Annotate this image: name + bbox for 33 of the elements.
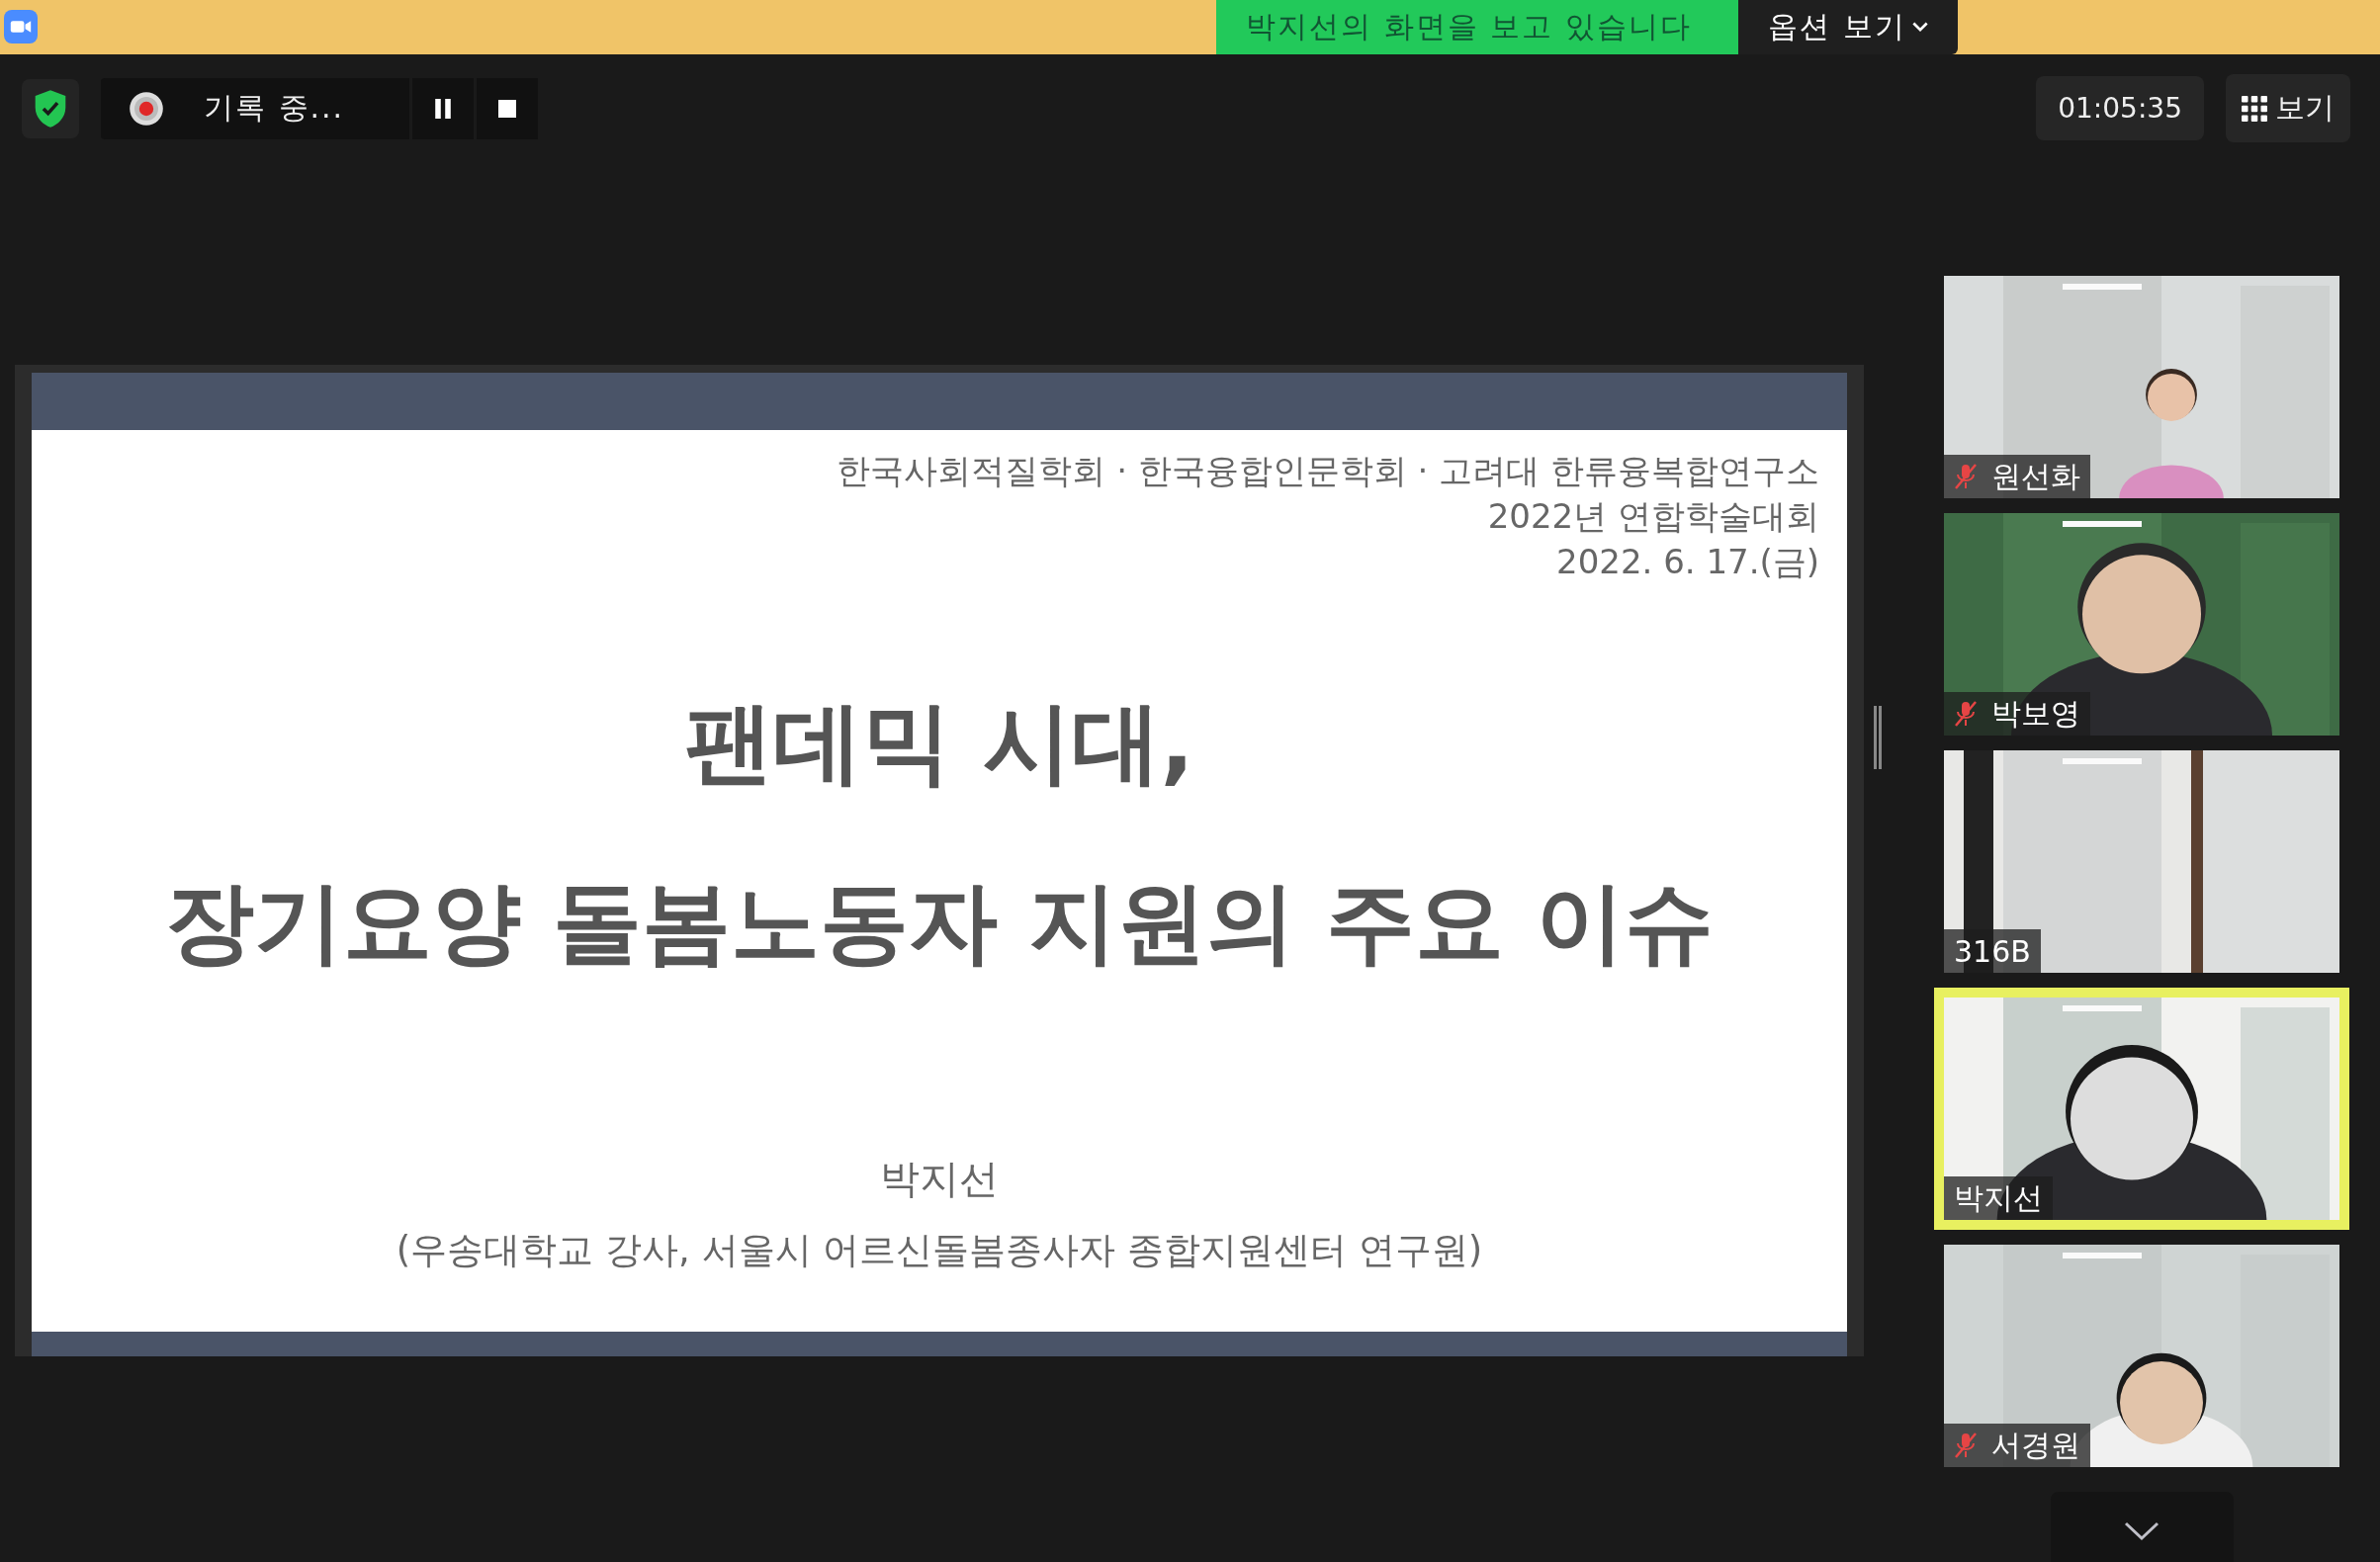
shield-check-icon[interactable] (22, 78, 79, 138)
resize-handle[interactable] (1874, 706, 1882, 769)
presenter-name: 박지선 (880, 1155, 999, 1203)
slide-title: 팬데믹 시대, (684, 689, 1194, 796)
slide-header-text: 한국사회적질학회 · 한국융합인문학회 · 고려대 한류융복합연구소 (837, 450, 1819, 492)
participant-name: 316B (1954, 933, 2031, 969)
view-button[interactable]: 보기 (2226, 74, 2350, 142)
video-tile[interactable]: 원선화 (1944, 276, 2339, 498)
participant-name: 박지선 (1954, 1178, 2043, 1217)
record-icon (129, 90, 164, 127)
recording-label: 기록 중... (204, 89, 345, 127)
stop-icon (498, 99, 516, 118)
video-tile[interactable]: 316B (1944, 750, 2339, 973)
meeting-timer: 01:05:35 (2036, 76, 2204, 140)
video-tile[interactable]: 박지선 (1934, 988, 2349, 1230)
participant-name: 박보영 (1991, 694, 2080, 733)
chevron-down-icon (2124, 1521, 2160, 1541)
view-options-button[interactable]: 옵션 보기 (1738, 0, 1958, 54)
caret-icon (1911, 22, 1928, 33)
video-tile[interactable]: 서경원 (1944, 1245, 2339, 1467)
participant-name: 서경원 (1991, 1426, 2080, 1464)
slide-header-text: 2022. 6. 17.(금) (1556, 541, 1819, 583)
pause-icon (434, 98, 452, 119)
presenter-affiliation: (우송대학교 강사, 서울시 어르신돌봄종사자 종합지원센터 연구원) (396, 1228, 1483, 1273)
video-tile[interactable]: 박보영 (1944, 513, 2339, 736)
participant-name: 원선화 (1991, 457, 2080, 495)
slide-header-text: 2022년 연합학술대회 (1487, 495, 1819, 538)
stop-button[interactable] (477, 77, 538, 139)
slide-title: 장기요양 돌봄노동자 지원의 주요 이슈 (165, 869, 1714, 976)
video-camera-icon (4, 10, 38, 43)
sharing-banner: 박지선의 화면을 보고 있습니다 (1216, 0, 1738, 54)
grid-icon (2242, 95, 2267, 122)
pause-button[interactable] (412, 77, 474, 139)
